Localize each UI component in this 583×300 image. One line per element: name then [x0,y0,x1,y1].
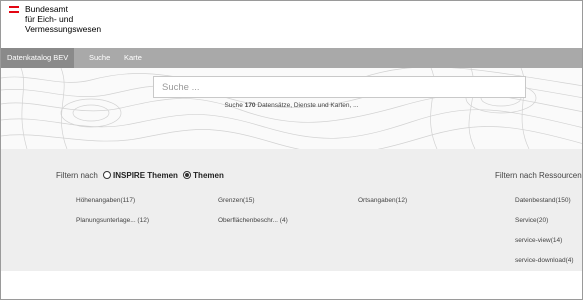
filter-prefix: Filtern nach [56,171,98,180]
logo-line-2: für Eich- und [25,14,74,24]
filter-ressourcen-title: Filtern nach Ressourcen [495,171,582,180]
filter-themen-title: Filtern nach INSPIRE Themen Themen [56,171,224,180]
content-area [1,271,582,299]
page-frame: Bundesamt für Eich- und Vermessungswesen… [0,0,583,300]
themen-item-hoehenangaben[interactable]: Höhenangaben(117) [76,197,135,204]
ressourcen-item-datenbestand[interactable]: Datenbestand(150) [515,197,571,204]
search-input[interactable] [154,77,525,98]
search-hero: Suche 170 Datensätze, Dienste und Karten… [1,68,582,149]
search-count-value: 170 [244,102,256,109]
search-box [153,76,526,98]
themen-item-oberflaechen[interactable]: Oberflächenbeschr... (4) [218,217,288,224]
main-nav: Datenkatalog BEV Suche Karte [1,48,582,68]
nav-item-datenkatalog[interactable]: Datenkatalog BEV [1,48,75,68]
themen-item-planungsunterlagen[interactable]: Planungsunterlage... (12) [76,217,149,224]
ressourcen-item-service-view[interactable]: service-view(14) [515,237,562,244]
radio-inspire-label[interactable]: INSPIRE Themen [113,171,178,180]
filter-panel: Filtern nach INSPIRE Themen Themen Höhen… [1,149,582,271]
logo-line-3: Vermessungswesen [25,24,102,34]
search-count-prefix: Suche [224,102,243,109]
logo-text[interactable]: Bundesamt für Eich- und Vermessungswesen [25,4,101,34]
ressourcen-item-service[interactable]: Service(20) [515,217,548,224]
radio-themen-label[interactable]: Themen [193,171,224,180]
search-count-suffix: Datensätze, Dienste und Karten, ... [257,102,359,109]
themen-item-ortsangaben[interactable]: Ortsangaben(12) [358,197,407,204]
radio-themen[interactable] [183,171,192,179]
nav-item-suche[interactable]: Suche [83,48,116,68]
search-count-text: Suche 170 Datensätze, Dienste und Karten… [1,102,582,109]
nav-item-karte[interactable]: Karte [118,48,148,68]
radio-inspire[interactable] [103,171,112,179]
austria-flag-icon [9,6,19,13]
ressourcen-item-service-download[interactable]: service-download(4) [515,257,574,264]
themen-item-grenzen[interactable]: Grenzen(15) [218,197,255,204]
logo-line-1: Bundesamt [25,4,68,14]
header: Bundesamt für Eich- und Vermessungswesen [1,1,582,48]
